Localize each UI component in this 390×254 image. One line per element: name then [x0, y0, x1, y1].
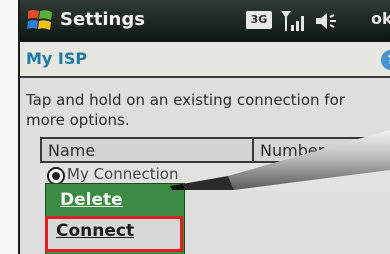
- windows-start-icon[interactable]: [26, 6, 54, 34]
- ok-button[interactable]: ok: [371, 9, 390, 28]
- speaker-icon[interactable]: [314, 10, 340, 32]
- window-title: Settings: [60, 9, 145, 30]
- column-header-name[interactable]: Name: [48, 141, 95, 160]
- photo-frame: Settings 3G ok My ISP ? Tap and hold on …: [0, 0, 390, 254]
- menu-item-delete-label: Delete: [60, 190, 123, 210]
- device-screen: Settings 3G ok My ISP ? Tap and hold on …: [20, 0, 390, 254]
- connection-name[interactable]: My Connection: [67, 165, 178, 183]
- page-title: My ISP: [26, 49, 88, 68]
- column-separator: [252, 137, 254, 163]
- menu-item-connect-label: Connect: [56, 221, 135, 241]
- menu-item-delete[interactable]: Delete: [46, 184, 186, 220]
- instructions-text: Tap and hold on an existing connection f…: [26, 91, 345, 129]
- frame-margin: [0, 0, 18, 254]
- signal-strength-icon[interactable]: [280, 9, 308, 33]
- column-header-number[interactable]: Number: [260, 141, 324, 160]
- network-3g-badge: 3G: [246, 11, 272, 29]
